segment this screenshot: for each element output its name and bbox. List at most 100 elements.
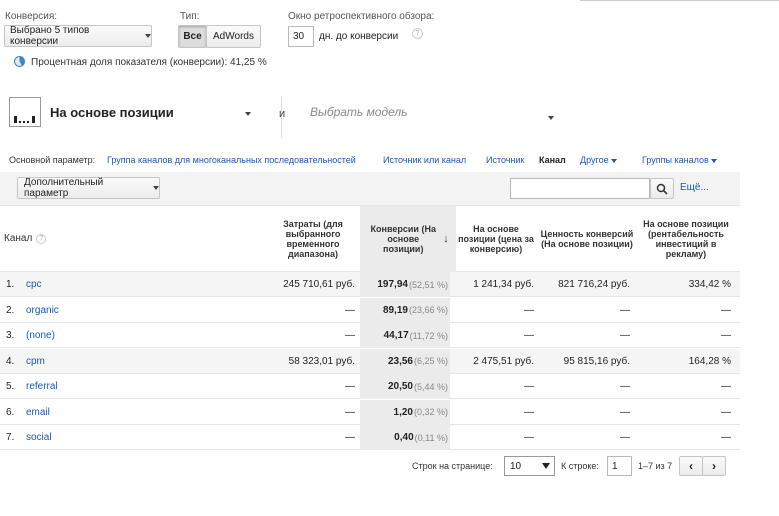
conversions-percent: (5,44 %) <box>413 381 448 392</box>
model-secondary-select[interactable]: Выбрать модель <box>310 105 407 119</box>
page-range: 1–7 из 7 <box>638 461 673 471</box>
cost-cell: — <box>255 400 355 425</box>
dimension-source-medium[interactable]: Источник или канал <box>383 155 466 165</box>
col-cost-per-conversion[interactable]: На основе позиции (цена за конверсию) <box>458 206 534 272</box>
cost-per-conversion-cell: — <box>456 425 534 450</box>
dimension-channel-groups[interactable]: Группы каналов <box>642 155 718 165</box>
cost-cell-text: 58 323,01 руб. <box>288 355 355 367</box>
conversions-percent: (0,32 %) <box>413 407 448 417</box>
row-number-text: 7. <box>6 432 15 443</box>
cost-cell: — <box>255 425 355 450</box>
conversion-value-cell: — <box>540 374 630 399</box>
dimension-source[interactable]: Источник <box>486 155 524 165</box>
col-cost[interactable]: Затраты (для выбранного временного диапа… <box>268 206 358 272</box>
chevron-down-icon <box>542 463 550 469</box>
conversion-value-cell-text: — <box>620 406 630 418</box>
row-number-text: 6. <box>6 406 15 418</box>
channel-link-text: social <box>26 432 52 443</box>
primary-dimension-label: Основной параметр: <box>9 155 96 165</box>
conversion-select[interactable]: Выбрано 5 типов конверсии <box>4 25 152 47</box>
cost-per-conversion-cell: — <box>456 400 534 425</box>
channel-link[interactable]: cpm <box>26 349 226 374</box>
col-conversions-label: Конверсии (На основе позиции) <box>370 224 436 254</box>
more-link[interactable]: Ещё... <box>680 182 709 193</box>
go-to-row-input[interactable]: 1 <box>607 456 632 476</box>
row-number: 2. <box>6 298 22 323</box>
help-icon[interactable]: ? <box>412 28 423 39</box>
search-button[interactable] <box>650 178 674 199</box>
cost-cell-text: — <box>345 330 355 341</box>
conversion-value-cell-text: — <box>620 381 630 392</box>
conversion-select-value: Выбрано 5 типов конверсии <box>10 25 90 47</box>
channel-link[interactable]: email <box>26 400 226 425</box>
model-primary-chevron-icon[interactable] <box>245 112 251 116</box>
channel-link-text: referral <box>26 381 58 392</box>
col-conversions[interactable]: Конверсии (На основе позиции) ↓ <box>360 206 456 272</box>
top-divider <box>580 0 779 1</box>
cost-per-conversion-cell-text: — <box>524 330 534 341</box>
chevron-down-icon <box>145 34 151 38</box>
row-number-text: 1. <box>6 279 15 290</box>
search-icon <box>656 183 668 195</box>
secondary-dimension-select[interactable]: Дополнительный параметр <box>17 177 160 199</box>
col-conversion-value[interactable]: Ценность конверсий (На основе позиции) <box>540 206 634 272</box>
dimension-other[interactable]: Другое <box>580 155 618 165</box>
conversion-value-cell: — <box>540 323 630 348</box>
conversions-percent: (6,25 %) <box>413 356 448 366</box>
conversions-cell-text: 20,50 <box>387 381 413 392</box>
table-row: 7. social — 0,40 (0,11 %) — — — <box>0 425 740 450</box>
channel-link[interactable]: organic <box>26 298 226 323</box>
next-page-button[interactable]: › <box>702 456 726 476</box>
conversion-value-cell-text: — <box>620 432 630 443</box>
cost-cell-text: — <box>345 304 355 316</box>
row-number: 5. <box>6 374 22 399</box>
conversions-cell-text: 1,20 <box>393 406 413 418</box>
roas-cell-text: 334,42 % <box>688 279 731 290</box>
chevron-right-icon: › <box>712 459 716 473</box>
roas-cell-text: 164,28 % <box>688 355 731 367</box>
col-roas[interactable]: На основе позиции (рентабельность инвест… <box>636 206 736 272</box>
conversions-cell: 23,56 (6,25 %) <box>360 348 450 374</box>
type-adwords-button[interactable]: AdWords <box>206 25 261 48</box>
secondary-dimension-label: Дополнительный параметр <box>24 177 104 199</box>
dimension-mcf-channel-group[interactable]: Группа каналов для многоканальных послед… <box>107 155 356 165</box>
channel-groups-chevron-icon <box>711 158 718 163</box>
channel-link-text: cpc <box>26 279 42 290</box>
model-secondary-chevron-icon[interactable] <box>548 116 554 120</box>
prev-page-button[interactable]: ‹ <box>679 456 703 476</box>
position-model-icon <box>9 97 41 127</box>
go-to-row-label: К строке: <box>561 461 599 471</box>
roas-cell-text: — <box>721 406 731 418</box>
table-header: Канал ? Затраты (для выбранного временно… <box>0 205 740 272</box>
help-icon[interactable]: ? <box>36 234 47 244</box>
channel-link[interactable]: (none) <box>26 323 226 348</box>
col-channel[interactable]: Канал ? <box>4 206 64 272</box>
type-label: Тип: <box>180 11 200 22</box>
type-all-button[interactable]: Все <box>178 25 207 48</box>
conversions-cell: 44,17 (11,72 %) <box>360 323 450 348</box>
rows-per-page-select[interactable]: 10 <box>504 456 555 476</box>
table-row: 2. organic — 89,19 (23,66 %) — — — <box>0 297 740 323</box>
lookback-input[interactable]: 30 <box>288 26 314 47</box>
conversions-cell-text: 0,40 <box>394 432 414 443</box>
roas-cell-text: — <box>721 432 731 443</box>
conversion-value-cell-text: — <box>620 304 630 316</box>
cost-per-conversion-cell-text: — <box>524 381 534 392</box>
channel-link[interactable]: social <box>26 425 226 450</box>
channel-link[interactable]: referral <box>26 374 226 399</box>
model-primary-label[interactable]: На основе позиции <box>50 105 174 120</box>
roas-cell-text: — <box>721 381 731 392</box>
chevron-down-icon <box>153 186 159 190</box>
roas-cell: 334,42 % <box>640 272 731 297</box>
conversions-cell-text: 89,19 <box>382 304 408 316</box>
cost-cell: — <box>255 298 355 323</box>
search-input[interactable] <box>510 178 650 199</box>
lookback-label: Окно ретроспективного обзора: <box>288 11 435 22</box>
cost-per-conversion-cell-text: — <box>524 432 534 443</box>
row-number: 4. <box>6 349 22 374</box>
dimension-medium-active[interactable]: Канал <box>539 155 566 165</box>
pie-share-icon <box>14 56 25 67</box>
channel-link[interactable]: cpc <box>26 272 226 297</box>
conversions-cell: 197,94 (52,51 %) <box>360 272 450 297</box>
roas-cell: 164,28 % <box>640 349 731 374</box>
